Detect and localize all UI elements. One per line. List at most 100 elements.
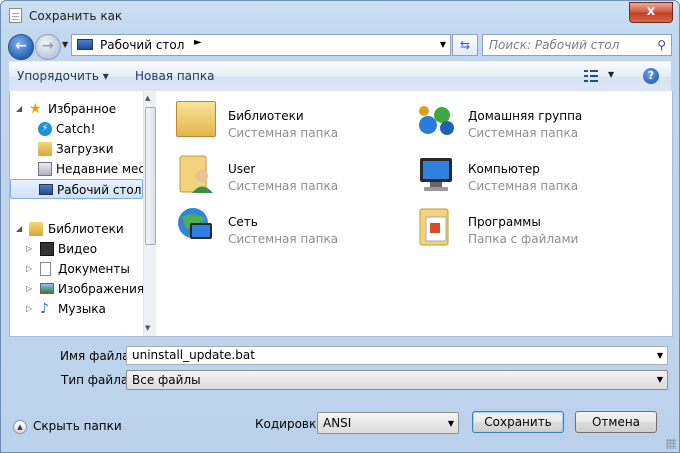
sidebar-item-label: Библиотеки — [48, 222, 124, 236]
encoding-select[interactable]: ANSI ▼ — [317, 412, 459, 434]
file-name: Библиотеки — [228, 109, 304, 123]
libraries-icon — [29, 222, 43, 236]
address-text[interactable]: Рабочий стол — [100, 38, 184, 52]
file-item-user[interactable]: User Системная папка — [176, 152, 406, 194]
expand-arrow-icon[interactable]: ▷ — [26, 279, 32, 299]
file-list: Библиотеки Системная папка Домашняя груп… — [156, 91, 672, 336]
pictures-icon — [40, 283, 54, 294]
encoding-dropdown-icon[interactable]: ▼ — [448, 414, 454, 434]
forward-button[interactable]: → — [35, 34, 61, 60]
address-bar[interactable]: Рабочий стол ► ▼ — [71, 34, 451, 56]
search-icon[interactable]: ⚲ — [657, 38, 666, 52]
star-icon: ★ — [29, 101, 42, 117]
view-dropdown-icon[interactable]: ▼ — [608, 70, 614, 79]
sidebar-item-label: Документы — [58, 262, 130, 276]
window-title: Сохранить как — [29, 9, 123, 23]
libraries-folder-icon — [176, 101, 216, 137]
expand-arrow-icon[interactable]: ▷ — [26, 239, 32, 259]
view-options-icon[interactable] — [584, 70, 598, 82]
catch-icon: ⚡ — [38, 122, 52, 136]
file-name: Компьютер — [468, 162, 540, 176]
scrollbar-thumb[interactable] — [145, 107, 156, 245]
collapse-arrow-icon[interactable]: ◢ — [16, 99, 22, 119]
filename-value[interactable]: uninstall_update.bat — [132, 348, 255, 362]
encoding-value[interactable]: ANSI — [323, 416, 351, 430]
computer-icon — [416, 154, 456, 194]
desktop-icon — [77, 39, 93, 50]
recent-pages-dropdown-icon[interactable]: ▼ — [62, 40, 68, 49]
sidebar-item-label: Рабочий стол — [57, 183, 142, 197]
sidebar-item-documents[interactable]: ▷ Документы — [10, 259, 143, 279]
sidebar-item-label: Изображения — [58, 282, 143, 296]
sidebar-item-favorites[interactable]: ◢ ★ Избранное — [10, 99, 143, 119]
downloads-icon — [38, 142, 52, 156]
new-folder-button[interactable]: Новая папка — [135, 69, 214, 83]
search-input[interactable]: Поиск: Рабочий стол ⚲ — [482, 34, 672, 56]
sidebar-item-video[interactable]: ▷ Видео — [10, 239, 143, 259]
title-bar: Сохранить как x — [1, 1, 679, 31]
documents-icon — [40, 262, 51, 276]
save-as-dialog: Сохранить как x ← → ▼ Рабочий стол ► ▼ ⇆… — [0, 0, 680, 453]
notepad-icon — [9, 8, 22, 23]
scroll-down-icon[interactable]: ▼ — [145, 324, 150, 332]
toolbar: Упорядочить ▾ Новая папка ▼ ? — [9, 61, 671, 92]
expand-arrow-icon[interactable]: ▷ — [26, 259, 32, 279]
file-type: Системная папка — [228, 179, 339, 193]
sidebar-item-label: Загрузки — [56, 142, 114, 156]
file-name: User — [228, 162, 256, 176]
organize-button[interactable]: Упорядочить ▾ — [17, 69, 109, 83]
collapse-arrow-icon[interactable]: ◢ — [16, 219, 22, 239]
scroll-up-icon[interactable]: ▲ — [145, 94, 150, 102]
sidebar-item-music[interactable]: ▷ ♪ Музыка — [10, 299, 143, 319]
file-item-computer[interactable]: Компьютер Системная папка — [416, 152, 646, 194]
recent-places-icon — [38, 162, 52, 176]
file-item-programs[interactable]: Программы Папка с файлами — [416, 205, 646, 247]
sidebar-item-label: Видео — [58, 242, 98, 256]
file-item-libraries[interactable]: Библиотеки Системная папка — [176, 99, 406, 141]
sidebar-scrollbar[interactable]: ▲ ▼ — [143, 91, 156, 336]
sidebar-item-label: Недавние места — [56, 162, 143, 176]
hide-folders-label[interactable]: Скрыть папки — [33, 419, 122, 433]
file-type: Системная папка — [228, 232, 339, 246]
filename-dropdown-icon[interactable]: ▼ — [657, 347, 663, 364]
sidebar-item-label: Музыка — [58, 302, 106, 316]
sidebar-item-pictures[interactable]: ▷ Изображения — [10, 279, 143, 299]
filetype-select[interactable]: Все файлы ▼ — [126, 370, 668, 390]
help-icon[interactable]: ? — [643, 68, 659, 84]
navigation-bar: ← → ▼ Рабочий стол ► ▼ ⇆ Поиск: Рабочий … — [1, 31, 679, 61]
expand-arrow-icon[interactable]: ▷ — [26, 299, 32, 319]
save-button[interactable]: Сохранить — [472, 411, 564, 433]
file-item-network[interactable]: Сеть Системная папка — [176, 205, 406, 247]
sidebar-item-downloads[interactable]: Загрузки — [10, 139, 143, 159]
file-item-homegroup[interactable]: Домашняя группа Системная папка — [416, 99, 646, 141]
back-button[interactable]: ← — [8, 34, 34, 60]
sidebar-item-catch[interactable]: ⚡ Catch! — [10, 119, 143, 139]
file-name: Сеть — [228, 215, 258, 229]
navigation-pane: ◢ ★ Избранное ⚡ Catch! Загрузки Недавние… — [10, 91, 156, 336]
search-placeholder: Поиск: Рабочий стол — [489, 38, 620, 52]
user-folder-icon — [176, 152, 216, 194]
filetype-label: Тип файла: — [61, 373, 133, 387]
music-icon: ♪ — [40, 301, 49, 317]
sidebar-item-desktop[interactable]: Рабочий стол — [10, 179, 143, 199]
video-icon — [40, 242, 54, 256]
desktop-icon — [39, 184, 53, 195]
filetype-value[interactable]: Все файлы — [132, 373, 201, 387]
sidebar-item-recent-places[interactable]: Недавние места — [10, 159, 143, 179]
file-type: Системная папка — [468, 126, 579, 140]
close-button[interactable]: x — [629, 2, 673, 23]
chevron-right-icon[interactable]: ► — [194, 37, 202, 48]
sidebar-item-label: Catch! — [56, 122, 96, 136]
filename-field[interactable]: uninstall_update.bat ▼ — [126, 346, 668, 365]
file-name: Программы — [468, 215, 541, 229]
file-type: Системная папка — [468, 179, 579, 193]
sidebar-item-libraries[interactable]: ◢ Библиотеки — [10, 219, 143, 239]
resize-grip[interactable] — [666, 439, 676, 449]
refresh-button[interactable]: ⇆ — [452, 34, 478, 56]
chevron-up-icon[interactable]: ▲ — [13, 420, 27, 434]
file-type: Папка с файлами — [468, 232, 579, 246]
cancel-button[interactable]: Отмена — [575, 411, 657, 433]
address-dropdown-icon[interactable]: ▼ — [440, 40, 446, 49]
homegroup-icon — [416, 103, 456, 137]
filetype-dropdown-icon[interactable]: ▼ — [657, 371, 663, 389]
